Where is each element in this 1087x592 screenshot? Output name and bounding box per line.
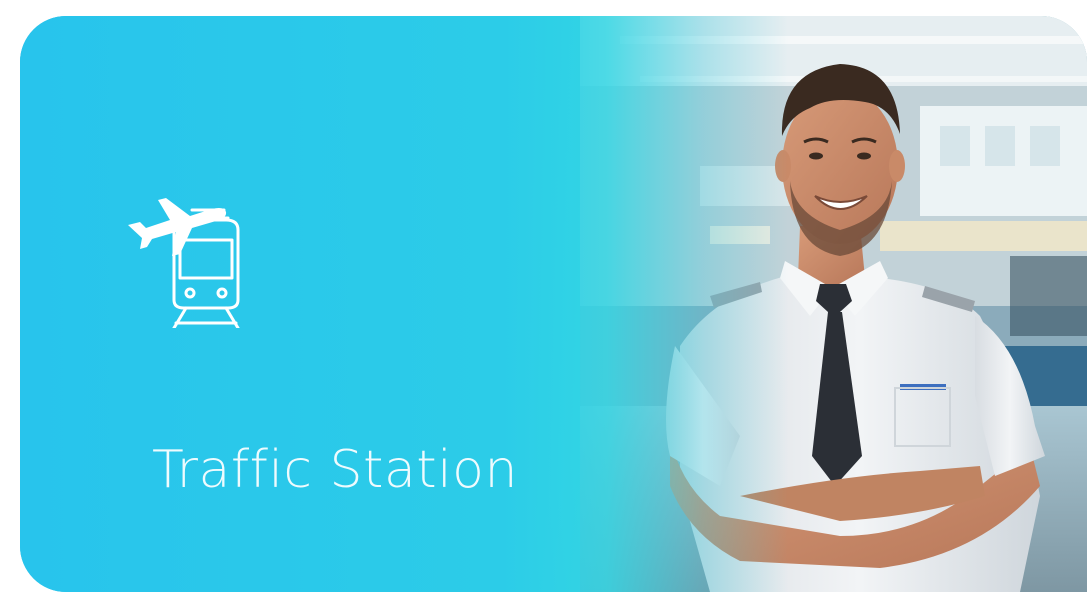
banner-title: Traffic Station [152, 440, 518, 500]
plane-and-train-icon [128, 198, 240, 328]
hero-banner: Traffic Station [20, 16, 1087, 592]
